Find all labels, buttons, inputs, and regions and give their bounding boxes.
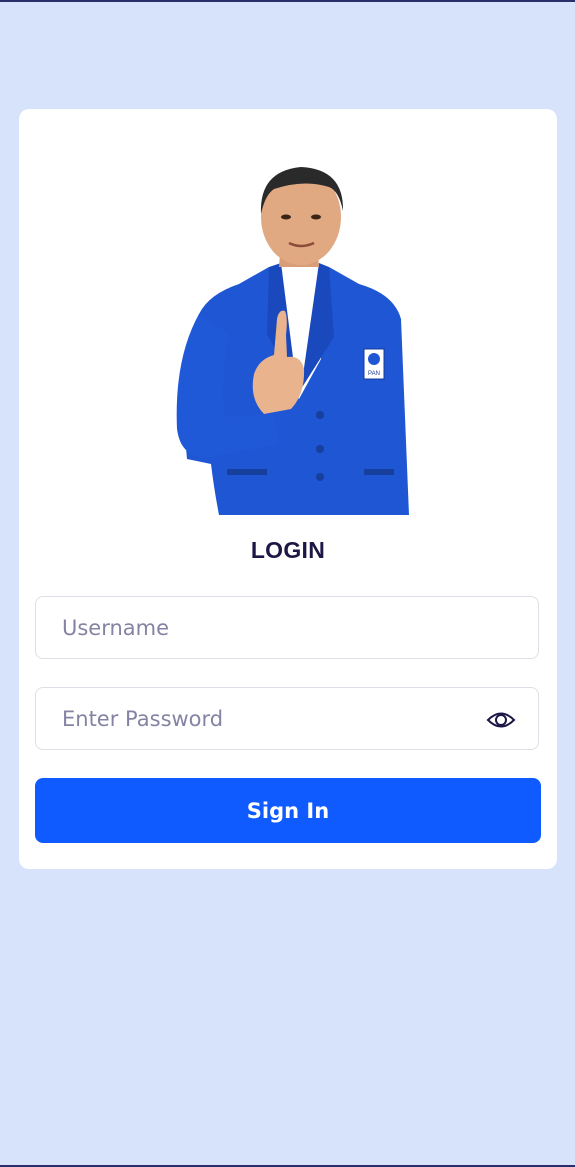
username-field[interactable]	[35, 596, 539, 659]
badge-text: PAN	[368, 371, 380, 377]
login-title: LOGIN	[250, 537, 326, 563]
profile-photo: PAN	[169, 159, 429, 515]
username-input[interactable]	[36, 597, 538, 658]
password-field[interactable]	[35, 687, 539, 750]
eye-icon[interactable]	[486, 705, 516, 735]
password-input[interactable]	[36, 688, 538, 749]
sign-in-button[interactable]: Sign In	[35, 778, 541, 843]
login-card: PAN LOGIN Sign In	[19, 109, 557, 869]
